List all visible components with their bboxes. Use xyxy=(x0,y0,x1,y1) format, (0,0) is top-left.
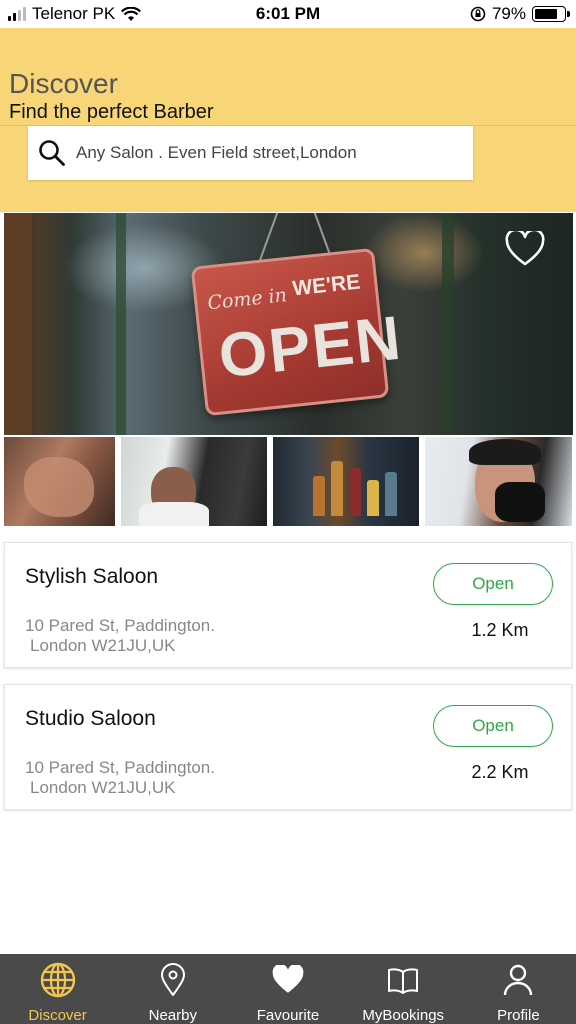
user-icon[interactable] xyxy=(503,964,533,996)
nav-label: MyBookings xyxy=(362,1007,445,1024)
nav-item-mybookings[interactable]: MyBookings xyxy=(346,954,461,1024)
salon-distance: 2.2 Km xyxy=(471,762,529,782)
thumbnail-image[interactable] xyxy=(425,437,572,526)
search-icon[interactable] xyxy=(38,139,66,167)
nav-label: Nearby xyxy=(148,1007,197,1024)
battery-icon xyxy=(532,6,570,22)
open-status-button[interactable]: Open xyxy=(433,705,553,747)
salon-address-line2: London W21JU,UK xyxy=(30,778,176,797)
sign-big-text: OPEN xyxy=(215,303,406,392)
sign-top-text: WE'RE xyxy=(291,270,362,301)
nav-item-profile[interactable]: Profile xyxy=(461,954,576,1024)
globe-icon[interactable] xyxy=(39,961,77,999)
background-pole xyxy=(442,213,454,435)
hero-image[interactable]: Come in WE'RE OPEN xyxy=(4,213,573,435)
thumbnail-image[interactable] xyxy=(121,437,267,526)
salon-name: Stylish Saloon xyxy=(25,565,159,588)
nav-item-discover[interactable]: Discover xyxy=(0,954,115,1024)
search-box[interactable] xyxy=(28,126,473,180)
salon-distance: 1.2 Km xyxy=(471,620,529,640)
page-title: Discover xyxy=(9,68,118,99)
thumbnail-strip xyxy=(4,437,573,526)
status-right: 79% xyxy=(470,4,570,24)
door-frame xyxy=(4,213,32,435)
open-status-button[interactable]: Open xyxy=(433,563,553,605)
location-pin-icon[interactable] xyxy=(160,962,186,997)
discover-header: Discover Find the perfect Barber xyxy=(0,28,576,212)
salon-card[interactable]: Stylish Saloon 10 Pared St, Paddington. … xyxy=(4,542,572,668)
nav-label: Discover xyxy=(28,1007,87,1024)
rotation-lock-icon xyxy=(470,6,486,22)
search-input[interactable] xyxy=(76,143,456,163)
status-bar: Telenor PK 6:01 PM 79% xyxy=(0,0,576,28)
salon-name: Studio Saloon xyxy=(25,707,156,730)
bottom-nav: Discover Nearby Favourite MyBookings Pro… xyxy=(0,954,576,1024)
thumbnail-image[interactable] xyxy=(4,437,115,526)
heart-icon[interactable] xyxy=(272,964,304,995)
salon-address-line2: London W21JU,UK xyxy=(30,636,176,655)
nav-label: Profile xyxy=(497,1007,540,1024)
nav-item-favourite[interactable]: Favourite xyxy=(230,954,345,1024)
background-pole xyxy=(116,213,126,435)
book-icon[interactable] xyxy=(387,966,419,994)
salon-address-line1: 10 Pared St, Paddington. xyxy=(25,616,215,635)
salon-address-line1: 10 Pared St, Paddington. xyxy=(25,758,215,777)
nav-item-nearby[interactable]: Nearby xyxy=(115,954,230,1024)
open-sign: Come in WE'RE OPEN xyxy=(190,247,406,417)
page-subtitle: Find the perfect Barber xyxy=(9,101,214,123)
sign-script-text: Come in xyxy=(206,284,288,315)
background-light xyxy=(364,213,484,293)
battery-percent: 79% xyxy=(491,4,526,23)
nav-label: Favourite xyxy=(256,1007,320,1024)
salon-card[interactable]: Studio Saloon 10 Pared St, Paddington. L… xyxy=(4,684,572,810)
heart-outline-icon[interactable] xyxy=(505,231,545,267)
thumbnail-image[interactable] xyxy=(273,437,419,526)
